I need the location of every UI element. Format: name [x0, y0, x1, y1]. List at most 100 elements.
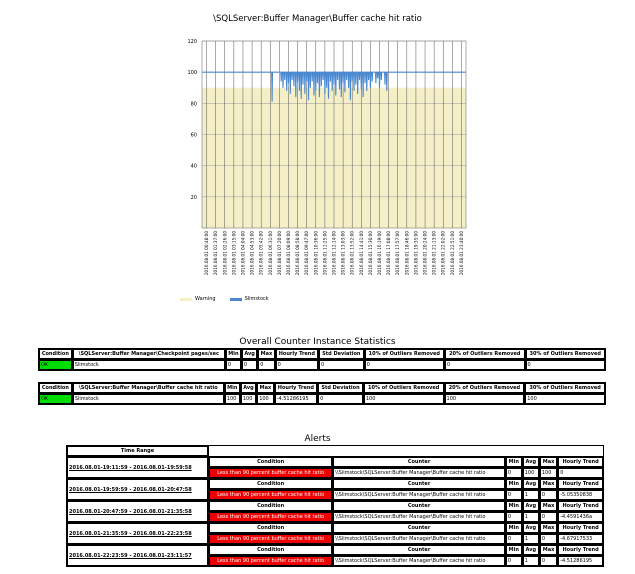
stats-cell: 100: [224, 394, 240, 404]
stats-cell: 100: [444, 394, 525, 404]
stats-cell: 100: [257, 394, 274, 404]
x-tick-label: 2016.08.01 01:37:00: [213, 231, 218, 275]
chart-legend: Warning Slimstock: [180, 296, 283, 302]
stats-header-row: Condition \SQLServer:Buffer Manager\Chec…: [39, 349, 605, 359]
alert-avg-cell: 1: [522, 490, 539, 500]
alert-trend-cell: -4.51286195: [558, 556, 603, 566]
stats-header: Std Deviation: [318, 383, 363, 393]
alert-column-header: Counter: [333, 523, 505, 533]
alert-trend-cell: -5.05350838: [558, 490, 603, 500]
stats-header: Condition: [39, 349, 72, 359]
x-tick-label: 2016.08.01 04:53:00: [250, 231, 255, 275]
alert-column-header: Counter: [333, 479, 505, 489]
alert-header-row: 2016.08.01-20:47:59 - 2016.08.01-21:35:5…: [67, 501, 603, 522]
y-tick-label: 60: [191, 133, 197, 139]
alert-counter-cell: \\Slimstock\SQLServer:Buffer Manager\Buf…: [333, 556, 505, 566]
stats-header: Max: [257, 383, 274, 393]
alert-column-header: Avg: [522, 545, 539, 555]
legend-swatch-warning: [180, 297, 192, 301]
alert-column-header: Min: [505, 479, 522, 489]
buffer-cache-chart: 20 40 60 80 100 120 2016.08.01 00:48:00 2016.08…: [187, 39, 467, 275]
stats-cell: Slimstock: [72, 360, 225, 370]
stats-table-checkpoint: Condition \SQLServer:Buffer Manager\Chec…: [38, 348, 606, 371]
stats-cell: 0: [318, 394, 363, 404]
stats-header: Min: [224, 383, 240, 393]
legend-item-warning: Warning: [180, 296, 216, 302]
x-tick-label: 2016.08.01 07:20:00: [277, 231, 282, 275]
stats-header: Min: [225, 349, 241, 359]
x-tick-label: 2016.08.01 22:02:00: [441, 231, 446, 275]
stats-header-row: Condition \SQLServer:Buffer Manager\Buff…: [39, 383, 605, 393]
stats-data-row: OK Slimstock 100 100 100 -4.51286195 0 1…: [39, 394, 605, 404]
stats-header: 10% of Outliers Removed: [363, 383, 444, 393]
stats-header: 10% of Outliers Removed: [364, 349, 445, 359]
alert-column-header: Avg: [522, 523, 539, 533]
alert-counter-cell: \\Slimstock\SQLServer:Buffer Manager\Buf…: [333, 512, 505, 522]
x-tick-label: 2016.08.01 04:04:00: [240, 231, 245, 275]
alert-time-range: 2016.08.01-19:11:59 - 2016.08.01-19:59:5…: [67, 457, 209, 478]
x-tick-label: 2016.08.01 16:19:00: [377, 231, 382, 275]
stats-header: Hourly Trend: [274, 383, 318, 393]
stats-cell: 0: [445, 360, 525, 370]
stats-table-buffer-cache: Condition \SQLServer:Buffer Manager\Buff…: [38, 382, 606, 405]
legend-label-warning: Warning: [195, 296, 216, 302]
x-tick-label: 2016.08.01 03:15:00: [231, 231, 236, 275]
x-tick-label: 2016.08.01 10:36:00: [313, 231, 318, 275]
alert-column-header: Max: [539, 545, 558, 555]
alert-condition-badge: Less than 90 percent buffer cache hit ra…: [209, 512, 333, 522]
alert-max-cell: 100: [539, 468, 558, 478]
alert-avg-cell: 1: [522, 534, 539, 544]
alert-column-header: Counter: [333, 457, 505, 467]
stats-header: \SQLServer:Buffer Manager\Checkpoint pag…: [72, 349, 225, 359]
alert-column-header: Avg: [522, 501, 539, 511]
alert-max-cell: 0: [539, 556, 558, 566]
x-tick-label: 2016.08.01 05:42:00: [259, 231, 264, 275]
x-tick-label: 2016.08.01 18:46:00: [404, 231, 409, 275]
alert-column-header: Max: [539, 523, 558, 533]
alert-column-header: Condition: [209, 479, 333, 489]
x-tick-label: 2016.08.01 14:41:00: [359, 231, 364, 275]
alert-max-cell: 0: [539, 490, 558, 500]
alert-trend-cell: -4.67917533: [558, 534, 603, 544]
stats-cell: 100: [363, 394, 444, 404]
alert-header-row: 2016.08.01-19:11:59 - 2016.08.01-19:59:5…: [67, 457, 603, 478]
x-tick-label: 2016.08.01 02:26:00: [222, 231, 227, 275]
x-tick-label: 2016.08.01 13:03:00: [341, 231, 346, 275]
y-tick-label: 40: [191, 164, 197, 170]
stats-header: Max: [258, 349, 275, 359]
stats-header: Avg: [240, 383, 257, 393]
stats-header: Condition: [39, 383, 72, 393]
stats-header: Hourly Trend: [275, 349, 319, 359]
alert-column-header: Hourly Trend: [558, 545, 603, 555]
stats-header: \SQLServer:Buffer Manager\Buffer cache h…: [72, 383, 224, 393]
alert-column-header: Condition: [209, 545, 333, 555]
alert-condition-badge: Less than 90 percent buffer cache hit ra…: [209, 468, 333, 478]
alert-min-cell: 0: [505, 490, 522, 500]
alert-header-row: 2016.08.01-21:35:59 - 2016.08.01-22:23:5…: [67, 523, 603, 544]
stats-cell: 100: [240, 394, 257, 404]
alert-avg-cell: 1: [522, 512, 539, 522]
x-tick-label: 2016.08.01 15:30:00: [368, 231, 373, 275]
alert-trend-cell: -4.4591436a: [558, 512, 603, 522]
alert-header-row: 2016.08.01-19:59:59 - 2016.08.01-20:47:5…: [67, 479, 603, 500]
x-tick-label: 2016.08.01 17:57:00: [395, 231, 400, 275]
x-tick-label: 2016.08.01 11:25:00: [322, 231, 327, 275]
alert-column-header: Hourly Trend: [558, 479, 603, 489]
legend-item-slimstock: Slimstock: [229, 296, 269, 302]
x-tick-label: 2016.08.01 06:31:00: [268, 231, 273, 275]
stats-data-row: OK Slimstock 0 0 0 0 0 0 0 0: [39, 360, 605, 370]
stats-cell: -4.51286195: [274, 394, 318, 404]
alert-column-header: Condition: [209, 523, 333, 533]
condition-ok-badge: OK: [39, 360, 72, 370]
stats-cell: 0: [241, 360, 258, 370]
alert-time-range: 2016.08.01-22:23:59 - 2016.08.01-23:11:5…: [67, 545, 209, 566]
x-tick-label: 2016.08.01 21:13:00: [432, 231, 437, 275]
alert-column-header: Condition: [209, 501, 333, 511]
alerts-table: Time Range 2016.08.01-19:11:59 - 2016.08…: [66, 445, 604, 567]
condition-ok-badge: OK: [39, 394, 72, 404]
alert-column-header: Min: [505, 501, 522, 511]
alerts-title: Alerts: [304, 434, 331, 444]
stats-cell: 0: [275, 360, 319, 370]
x-tick-label: 2016.08.01 19:35:00: [413, 231, 418, 275]
legend-label-slimstock: Slimstock: [244, 296, 269, 302]
